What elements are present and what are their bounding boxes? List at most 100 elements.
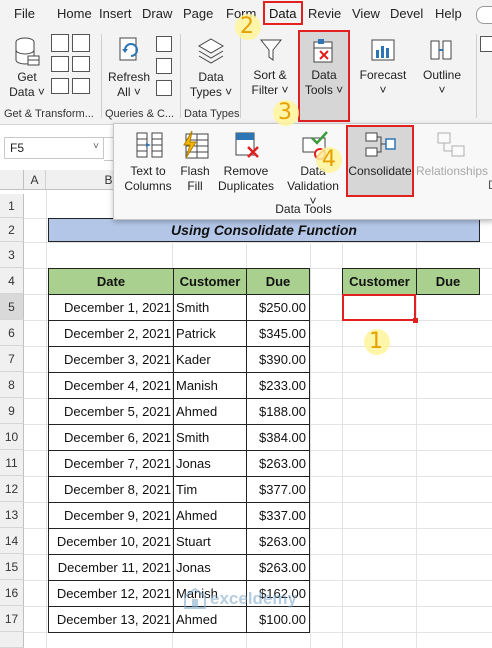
cell-date[interactable]: December 1, 2021 <box>48 294 174 321</box>
menu-help[interactable]: Help <box>435 6 462 21</box>
refresh-icon <box>117 36 143 66</box>
forecast-button[interactable]: Forecast ˅ <box>356 68 410 98</box>
column-header-a[interactable]: A <box>24 170 46 190</box>
row-header[interactable]: 8 <box>0 372 24 398</box>
cell-due[interactable]: $250.00 <box>246 294 310 321</box>
cell-date[interactable]: December 9, 2021 <box>48 502 174 529</box>
menu-review[interactable]: Revie <box>308 6 341 21</box>
cell-date[interactable]: December 8, 2021 <box>48 476 174 503</box>
row-header[interactable]: 7 <box>0 346 24 372</box>
data-types-button[interactable]: Data Types ˅ <box>188 70 234 100</box>
cell-due[interactable]: $337.00 <box>246 502 310 529</box>
menu-view[interactable]: View <box>352 6 380 21</box>
grid-table-icon[interactable] <box>72 78 90 94</box>
edit-links-icon[interactable] <box>156 80 172 96</box>
remove-duplicates-button[interactable]: Remove Duplicates <box>214 164 278 194</box>
chevron-down-icon: ˅ <box>130 85 141 99</box>
cell-due[interactable]: $384.00 <box>246 424 310 451</box>
cell-due[interactable]: $345.00 <box>246 320 310 347</box>
menu-developer[interactable]: Devel <box>390 6 423 21</box>
select-all-corner[interactable] <box>0 170 24 190</box>
cell-customer[interactable]: Patrick <box>173 320 247 347</box>
cell-date[interactable]: December 5, 2021 <box>48 398 174 425</box>
from-web-icon[interactable] <box>51 56 69 72</box>
row-header[interactable]: 10 <box>0 424 24 450</box>
cell-due[interactable]: $188.00 <box>246 398 310 425</box>
outline-button[interactable]: Outline ˅ <box>416 68 468 98</box>
output-header-customer: Customer <box>342 268 417 295</box>
selected-cell-f5[interactable] <box>342 294 416 321</box>
get-data-button[interactable]: Get Data ˅ <box>6 70 48 100</box>
chevron-down-icon: ˅ <box>34 85 45 99</box>
cell-date[interactable]: December 6, 2021 <box>48 424 174 451</box>
row-header[interactable]: 16 <box>0 580 24 606</box>
analysis-icon[interactable] <box>480 36 492 52</box>
cell-customer[interactable]: Smith <box>173 424 247 451</box>
flash-fill-button[interactable]: Flash Fill <box>174 164 216 194</box>
from-text-icon[interactable] <box>51 34 69 52</box>
row-header[interactable]: 3 <box>0 242 24 268</box>
sort-filter-button[interactable]: Sort & Filter ˅ <box>246 68 294 98</box>
menu-home[interactable]: Home <box>57 6 92 21</box>
refresh-all-button[interactable]: Refresh All ˅ <box>106 70 152 100</box>
row-header[interactable]: 5 <box>0 294 24 320</box>
row-header[interactable]: 1 <box>0 194 24 218</box>
output-header-due: Due <box>416 268 480 295</box>
cell-date[interactable]: December 12, 2021 <box>48 580 174 607</box>
row-header[interactable]: 14 <box>0 528 24 554</box>
row-header[interactable]: 15 <box>0 554 24 580</box>
fill-handle[interactable] <box>413 318 418 323</box>
cell-due[interactable]: $233.00 <box>246 372 310 399</box>
from-table-icon[interactable] <box>51 78 69 94</box>
menu-file[interactable]: File <box>14 6 35 21</box>
cell-due[interactable]: $377.00 <box>246 476 310 503</box>
recent-sources-icon[interactable] <box>72 34 90 52</box>
row-header[interactable]: 12 <box>0 476 24 502</box>
cell-customer[interactable]: Tim <box>173 476 247 503</box>
cell-date[interactable]: December 2, 2021 <box>48 320 174 347</box>
cell-customer[interactable]: Jonas <box>173 450 247 477</box>
cell-due[interactable]: $263.00 <box>246 450 310 477</box>
text-to-columns-button[interactable]: Text to Columns <box>120 164 176 194</box>
cell-due[interactable]: $390.00 <box>246 346 310 373</box>
cell-customer[interactable]: Smith <box>173 294 247 321</box>
search-icon[interactable] <box>476 6 492 24</box>
cell-date[interactable]: December 4, 2021 <box>48 372 174 399</box>
row-header[interactable]: 2 <box>0 218 24 242</box>
row-header[interactable]: 4 <box>0 268 24 294</box>
cell-due[interactable]: $263.00 <box>246 554 310 581</box>
remove-duplicates-icon <box>232 130 262 160</box>
cell-date[interactable]: December 13, 2021 <box>48 606 174 633</box>
row-header[interactable] <box>0 632 24 648</box>
properties-icon[interactable] <box>156 58 172 74</box>
cell-customer[interactable]: Ahmed <box>173 398 247 425</box>
cell-date[interactable]: December 10, 2021 <box>48 528 174 555</box>
cell-date[interactable]: December 7, 2021 <box>48 450 174 477</box>
name-box[interactable]: F5 ˅ <box>4 137 104 159</box>
row-header[interactable]: 13 <box>0 502 24 528</box>
cell-customer[interactable]: Stuart <box>173 528 247 555</box>
existing-connections-icon[interactable] <box>72 56 90 72</box>
cell-customer[interactable]: Manish <box>173 372 247 399</box>
relationships-button[interactable]: Relationships <box>416 164 488 179</box>
cell-customer[interactable]: Kader <box>173 346 247 373</box>
cell-due[interactable]: $263.00 <box>246 528 310 555</box>
data-tools-label-wrap: Data Tools ˅ <box>300 68 348 98</box>
ribbon-separator <box>476 34 477 118</box>
menu-draw[interactable]: Draw <box>142 6 172 21</box>
row-header[interactable]: 17 <box>0 606 24 632</box>
menu-insert[interactable]: Insert <box>99 6 132 21</box>
get-data-label: Get Data <box>9 70 37 99</box>
cell-customer[interactable]: Ahmed <box>173 502 247 529</box>
menu-page[interactable]: Page <box>183 6 213 21</box>
cell-date[interactable]: December 3, 2021 <box>48 346 174 373</box>
forecast-icon <box>370 36 396 64</box>
row-header[interactable]: 11 <box>0 450 24 476</box>
step-3-marker: 3 <box>278 100 292 125</box>
queries-connections-icon[interactable] <box>156 36 172 52</box>
cell-customer[interactable]: Jonas <box>173 554 247 581</box>
cell-date[interactable]: December 11, 2021 <box>48 554 174 581</box>
row-header[interactable]: 9 <box>0 398 24 424</box>
relationships-icon <box>436 130 466 160</box>
row-header[interactable]: 6 <box>0 320 24 346</box>
